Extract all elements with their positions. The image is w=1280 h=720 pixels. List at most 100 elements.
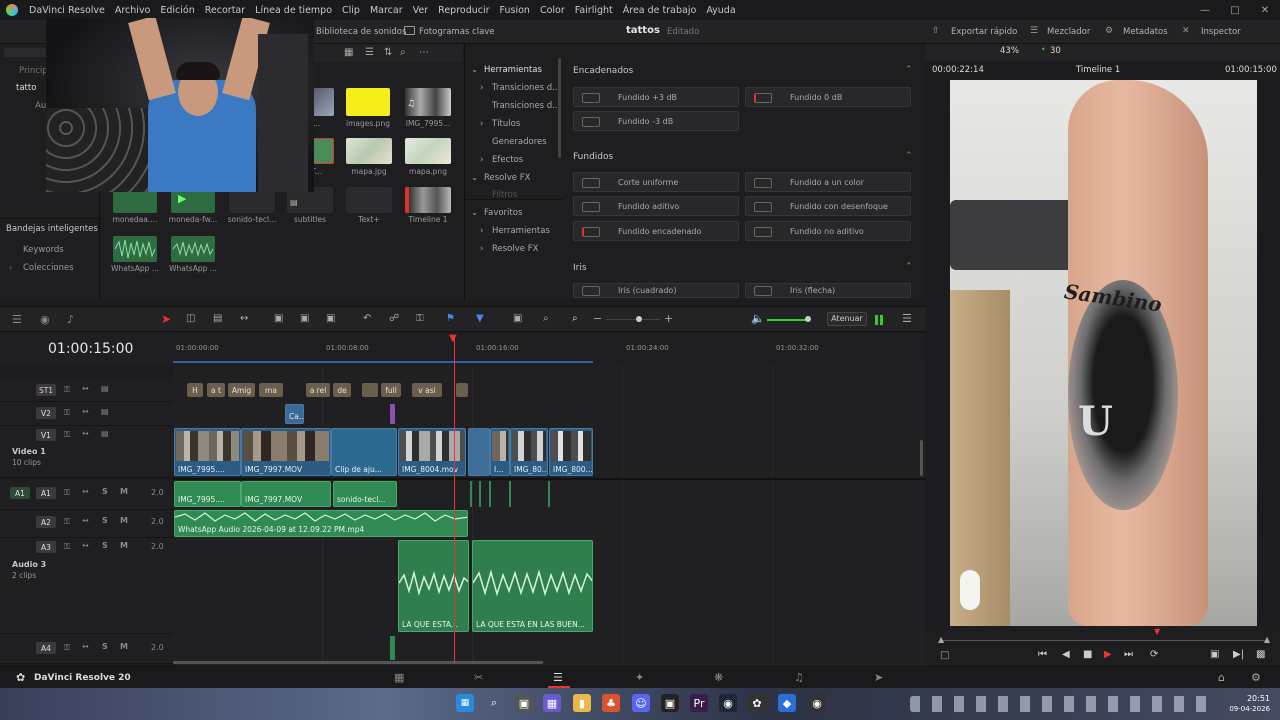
insert-icon[interactable]: ▣	[274, 313, 283, 324]
collapse-icon[interactable]: ⌃	[905, 262, 913, 272]
mute-button[interactable]: M	[120, 487, 128, 496]
a1-clip[interactable]: IMG_7997.MOV	[241, 481, 331, 507]
a3-clip[interactable]: LA QUE ESTA...	[398, 540, 469, 632]
zoom-in-icon[interactable]: +	[664, 312, 673, 325]
mute-button[interactable]: M	[120, 642, 128, 651]
lock-icon[interactable]: ⚿	[64, 408, 70, 418]
media-thumb-5[interactable]	[405, 138, 451, 164]
bin-sub[interactable]: Au	[35, 101, 46, 111]
sound-library-tab[interactable]: Biblioteca de sonidos	[316, 27, 406, 37]
track-badge-v2[interactable]: V2	[36, 407, 56, 419]
discord-icon[interactable]: ☺	[632, 694, 650, 712]
media-page-icon[interactable]: ▦	[394, 671, 404, 684]
v1-clip[interactable]: IMG_8004.mov	[398, 428, 466, 476]
v2-clip[interactable]: Ca...	[285, 404, 304, 424]
a1-clip-mini[interactable]	[548, 481, 550, 507]
attenuate-button[interactable]: Atenuar	[827, 312, 867, 326]
loop-icon[interactable]: ⟳	[1150, 649, 1158, 660]
chevron-right-icon[interactable]: ›	[480, 155, 483, 165]
a1-clip-mini[interactable]	[509, 481, 511, 507]
fx-fundido-color[interactable]: Fundido a un color	[745, 172, 911, 192]
fairlight-page-icon[interactable]: ♫	[794, 671, 804, 684]
fx-iris-cuadrado[interactable]: Iris (cuadrado)	[573, 283, 739, 298]
subtitle-clip[interactable]: v asi	[412, 383, 442, 397]
track-badge-a4[interactable]: A4	[36, 642, 56, 654]
video-toggle-icon[interactable]: ▤	[101, 429, 109, 438]
solo-button[interactable]: S	[102, 516, 108, 525]
track-badge-st1[interactable]: ST1	[36, 384, 56, 396]
close-icon[interactable]: ✕	[1250, 5, 1280, 16]
lock-icon[interactable]: ⚿	[64, 430, 70, 440]
davinci-task-icon[interactable]: ✿	[748, 694, 766, 712]
tree-titulos[interactable]: Títulos	[492, 119, 520, 129]
timeline-hscrollbar[interactable]	[173, 661, 543, 664]
marker-icon[interactable]: ▼	[476, 313, 484, 324]
clock-time[interactable]: 20:51	[1228, 694, 1270, 703]
widgets-icon[interactable]: ▦	[543, 694, 561, 712]
menu-color[interactable]: Color	[535, 5, 570, 16]
edit-page-icon[interactable]: ☰	[553, 671, 563, 684]
timeline-ruler[interactable]: 01:00:00:00 01:00:08:00 01:00:16:00 01:0…	[173, 333, 926, 366]
collapse-icon[interactable]: ⌃	[905, 65, 913, 75]
v1-clip[interactable]: IMG_800...	[549, 428, 593, 476]
subtitle-clip[interactable]: a t	[207, 383, 225, 397]
tree-favoritos[interactable]: Favoritos	[484, 208, 522, 218]
menu-reproducir[interactable]: Reproducir	[433, 5, 494, 16]
tree-transiciones-video[interactable]: Transiciones d...	[492, 83, 560, 93]
timeline-vscrollbar[interactable]	[920, 440, 923, 476]
chevron-right-icon[interactable]: ›	[480, 244, 483, 254]
auto-select-icon[interactable]: ↔	[82, 429, 89, 438]
chevron-right-icon[interactable]: ›	[480, 226, 483, 236]
minimize-icon[interactable]: —	[1190, 5, 1220, 16]
menu-clip[interactable]: Clip	[337, 5, 365, 16]
overwrite-icon[interactable]: ▣	[300, 313, 309, 324]
color-page-icon[interactable]: ❋	[714, 671, 723, 684]
tree-resolve-fx[interactable]: Resolve FX	[484, 173, 530, 183]
chevron-right-icon[interactable]: ›	[480, 119, 483, 129]
mixer-button[interactable]: Mezclador	[1047, 27, 1090, 37]
auto-select-icon[interactable]: ↔	[82, 541, 89, 550]
chevron-right-icon[interactable]: ›	[9, 263, 12, 272]
a1-clip-mini[interactable]	[479, 481, 481, 507]
chevron-down-icon[interactable]: ⌄	[471, 208, 478, 218]
lock-icon[interactable]: ⚿	[64, 643, 70, 653]
tree-generadores[interactable]: Generadores	[492, 137, 547, 147]
windows-start-icon[interactable]: ▦	[456, 694, 474, 712]
brave-icon[interactable]: ♣	[602, 694, 620, 712]
search-icon[interactable]: ⌕	[485, 694, 503, 712]
collapse-icon[interactable]: ⌃	[905, 151, 913, 161]
track-badge-a1[interactable]: A1	[36, 487, 56, 499]
playhead[interactable]	[454, 337, 455, 662]
v1-adjustment-clip[interactable]: Clip de aju...	[331, 428, 397, 476]
snap-icon[interactable]: ↶	[363, 313, 371, 324]
fusion-page-icon[interactable]: ✦	[635, 671, 644, 684]
mute-button[interactable]: M	[120, 516, 128, 525]
media-thumb-4[interactable]	[346, 138, 392, 164]
deliver-page-icon[interactable]: ➤	[874, 671, 883, 684]
a2-clip[interactable]: WhatsApp Audio 2026-04-09 at 12.09.22 PM…	[174, 510, 468, 537]
subtitle-clip[interactable]: Amig	[228, 383, 255, 397]
tree-efectos[interactable]: Efectos	[492, 155, 523, 165]
menu-fusion[interactable]: Fusion	[495, 5, 535, 16]
menu-linea-de-tiempo[interactable]: Línea de tiempo	[250, 5, 337, 16]
chevron-right-icon[interactable]: ›	[480, 83, 483, 93]
steam-icon[interactable]: ◉	[719, 694, 737, 712]
playhead-handle-icon[interactable]: ▼	[449, 333, 457, 344]
subtitle-track-icon[interactable]: ▤	[101, 384, 109, 393]
menu-archivo[interactable]: Archivo	[110, 5, 156, 16]
scrub-bar[interactable]	[940, 640, 1266, 641]
subtitle-clip[interactable]: full	[381, 383, 401, 397]
file-explorer-icon[interactable]: ▮	[573, 694, 591, 712]
app-icon[interactable]: ▣	[661, 694, 679, 712]
lock-icon[interactable]: ⚿	[64, 385, 70, 395]
track-badge-v1[interactable]: V1	[36, 429, 56, 441]
lock-icon[interactable]: ⚿	[64, 517, 70, 527]
tree-transiciones-audio[interactable]: Transiciones d...	[492, 101, 560, 111]
media-thumb-13[interactable]	[171, 236, 215, 262]
v2-marker-clip[interactable]	[390, 404, 395, 424]
menu-ayuda[interactable]: Ayuda	[701, 5, 740, 16]
v1-clip[interactable]: IMG_80...	[510, 428, 548, 476]
dynamic-trim-icon[interactable]: ↔	[240, 313, 248, 324]
quick-export-button[interactable]: Exportar rápido	[951, 27, 1017, 37]
zoom-slider[interactable]	[606, 319, 660, 320]
